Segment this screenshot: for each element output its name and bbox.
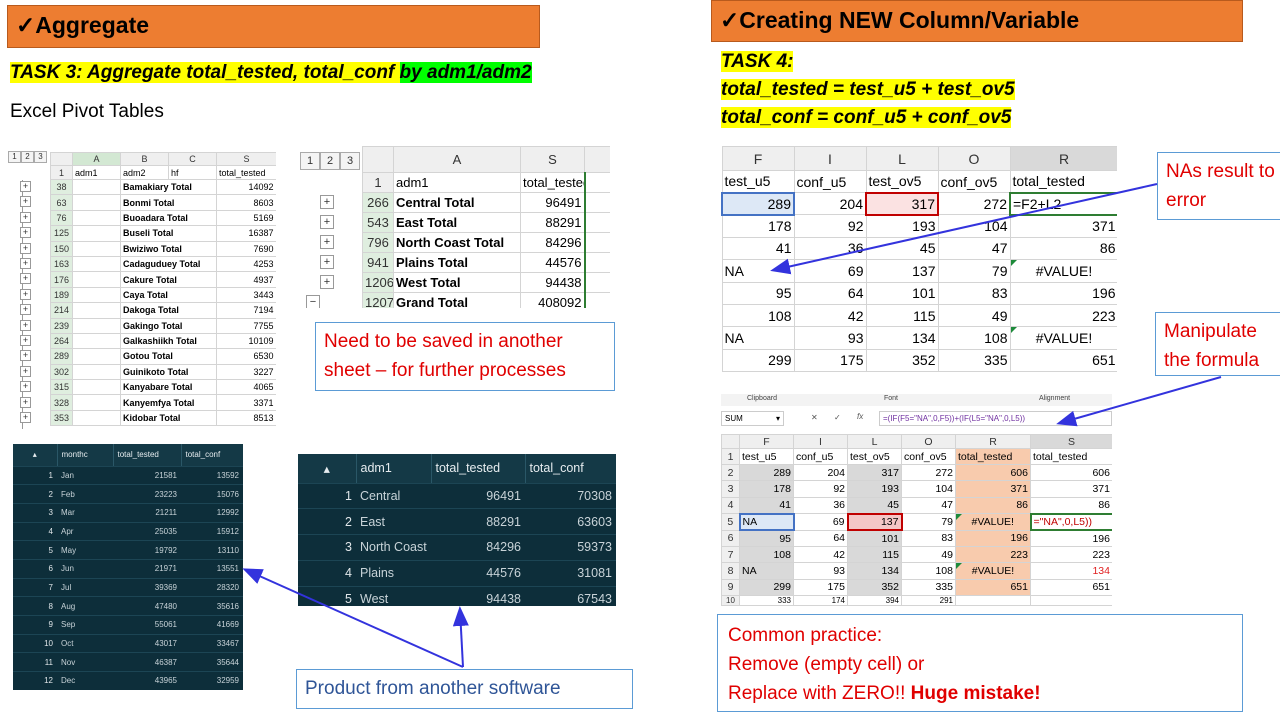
arrow-formula bbox=[1056, 376, 1222, 427]
arrow-adm-table bbox=[452, 606, 469, 668]
arrow-month-table bbox=[242, 568, 464, 668]
arrow-na-error bbox=[770, 183, 1158, 275]
arrows-overlay bbox=[242, 183, 1222, 668]
